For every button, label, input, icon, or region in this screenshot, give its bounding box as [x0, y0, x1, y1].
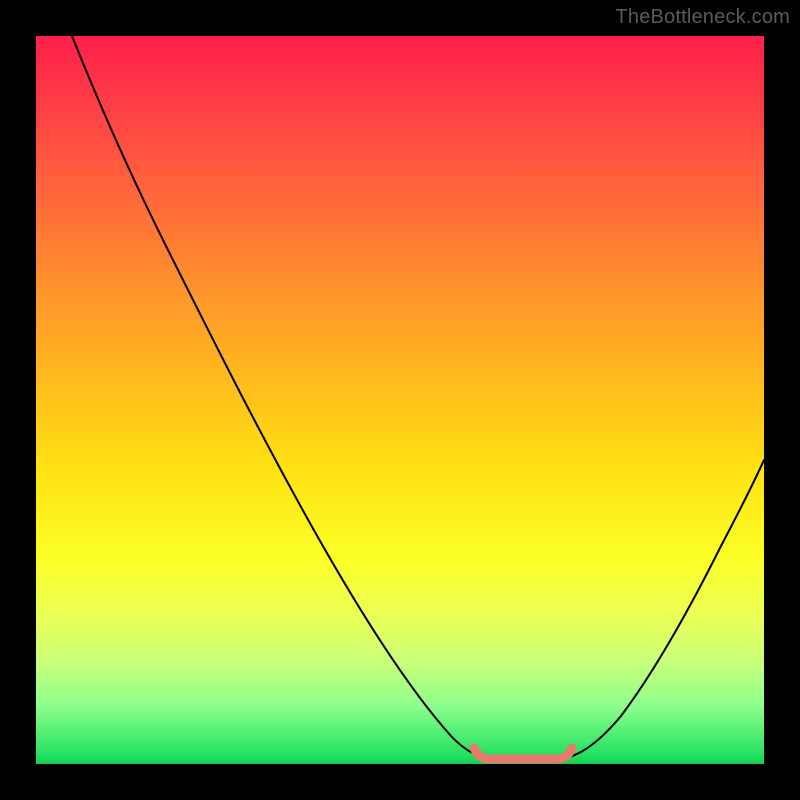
bottleneck-curve	[72, 36, 764, 760]
curve-layer	[36, 36, 764, 764]
plot-area	[36, 36, 764, 764]
optimal-range-marker	[474, 748, 572, 759]
watermark-text: TheBottleneck.com	[615, 6, 790, 29]
chart-stage: TheBottleneck.com	[0, 0, 800, 800]
